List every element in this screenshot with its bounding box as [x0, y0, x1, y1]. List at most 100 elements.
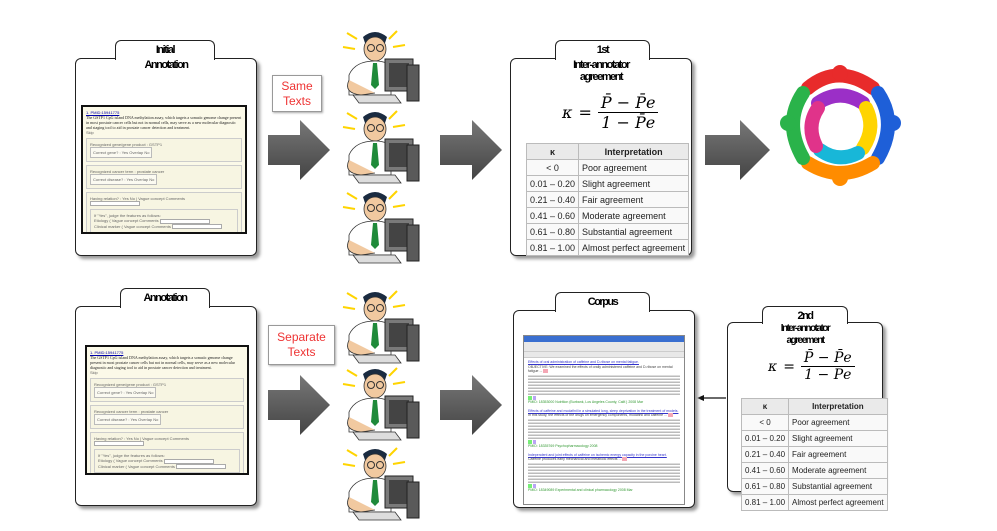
interpretation: Poor agreement: [578, 159, 690, 176]
clinical-row: Clinical marker ( Vague concept Comments: [94, 223, 171, 229]
arrow-right-icon: [705, 120, 770, 180]
arrow-right-icon: [440, 375, 502, 435]
kappa-interpretation-table: κ Interpretation < 0 Poor agreement 0.01 – 0…: [740, 398, 888, 511]
interpretation: Moderate agreement: [788, 462, 888, 479]
interpretation: Poor agreement: [788, 414, 888, 431]
numerator: P̄ − P̄e: [800, 350, 855, 367]
kappa-range: 0.81 – 1.00: [525, 239, 580, 256]
corpus-tab: Corpus: [555, 292, 650, 312]
interpretation: Moderate agreement: [578, 207, 690, 224]
title-line: Corpus: [587, 296, 619, 308]
denominator: 1 − P̄e: [601, 113, 656, 132]
kappa-range: 0.41 – 0.60: [525, 207, 580, 224]
interpretation: Slight agreement: [578, 175, 690, 192]
features-section: If "Yes", judge the features as follows:…: [90, 209, 238, 232]
kappa-range: < 0: [525, 159, 580, 176]
kappa-range: 0.61 – 0.80: [525, 223, 580, 240]
table-header-row: κ Interpretation: [525, 143, 690, 160]
kappa-formula: κ = P̄ − P̄e 1 − P̄e: [768, 350, 855, 383]
title-line: Initial: [155, 44, 176, 56]
interpretation: Substantial agreement: [788, 478, 888, 495]
cancer-question: Correct disease? : Yes Overlap No: [94, 414, 162, 425]
arrow-right-icon: [440, 120, 502, 180]
card-title: Inter-annotator agreement: [511, 59, 691, 83]
kappa-symbol: κ: [768, 358, 778, 375]
person-at-computer-icon: [335, 285, 421, 372]
corpus-entry: Effects of oral administration of caffei…: [524, 358, 684, 407]
clinical-row: Clinical marker ( Vague concept Comments: [98, 463, 175, 469]
annotation-form-screenshot: 1. PMID:15941775 The GSTP1 CpG island DN…: [81, 105, 247, 234]
annotation-form-screenshot: 1. PMID:15941775 The GSTP1 CpG island DN…: [85, 345, 249, 475]
table-header-row: κ Interpretation: [740, 398, 888, 415]
entry-body: Caffeine produces early mechanical and m…: [528, 457, 680, 488]
interpretation: Substantial agreement: [578, 223, 690, 240]
kappa-range: < 0: [740, 414, 790, 431]
title-line: 1st: [596, 44, 610, 56]
relation-section: Having relation? : Yes No | Vague concep…: [86, 192, 242, 232]
first-agreement-tab: 1st: [555, 40, 650, 60]
corpus-entry: Independent and joint effects of caffein…: [524, 451, 684, 495]
gene-question: Correct gene? : Yes Overlap No: [94, 387, 157, 398]
gene-section: Recognized gene/gene product : GSTP1 Corr…: [90, 378, 244, 402]
equals-sign: =: [783, 358, 795, 375]
interpretation: Fair agreement: [788, 446, 888, 463]
column-header: κ: [525, 143, 580, 160]
person-at-computer-icon: [335, 185, 421, 272]
second-agreement-tab: 2nd: [762, 306, 848, 324]
initial-annotation-tab: Initial: [115, 40, 215, 60]
arrow-left-icon: [697, 395, 726, 401]
table-row: < 0 Poor agreement: [525, 159, 690, 176]
kappa-range: 0.21 – 0.40: [525, 191, 580, 208]
title-line: Inter-annotator: [573, 59, 630, 71]
table-row: 0.21 – 0.40 Fair agreement: [525, 191, 690, 208]
fraction: P̄ − P̄e 1 − P̄e: [597, 93, 659, 132]
kappa-interpretation-table: κ Interpretation < 0 Poor agreement 0.01 – 0…: [525, 143, 690, 256]
fraction: P̄ − P̄e 1 − P̄e: [800, 350, 855, 383]
card-title: Inter-annotator agreement: [728, 323, 882, 347]
card-title: Annotation: [144, 59, 189, 71]
gene-section: Recognized gene/gene product : GSTP1 Corr…: [86, 138, 242, 162]
table-row: 0.01 – 0.20 Slight agreement: [740, 430, 888, 447]
corpus-entry: Effects of caffeine and modafinil in a s…: [524, 407, 684, 451]
entry-text: In this study, the effects of the drugs …: [528, 413, 667, 417]
label-line: Texts: [287, 345, 316, 359]
interpretation: Slight agreement: [788, 430, 888, 447]
cancer-question: Correct disease? : Yes Overlap No: [90, 174, 158, 185]
entry-source: PMID: 18335769 Psychopharmacology 2008: [528, 444, 598, 448]
relation-section: Having relation? : Yes No | Vague concep…: [90, 432, 244, 473]
title-line: Annotation: [143, 292, 188, 304]
title-line: agreement: [579, 71, 624, 83]
kappa-range: 0.01 – 0.20: [525, 175, 580, 192]
kappa-range: 0.61 – 0.80: [740, 478, 790, 495]
arrow-right-icon: [268, 120, 330, 180]
kappa-range: 0.21 – 0.40: [740, 446, 790, 463]
title-line: 2nd: [797, 310, 814, 322]
table-row: < 0 Poor agreement: [740, 414, 888, 431]
entry-body: In this study, the effects of the drugs …: [528, 413, 680, 444]
entry-text: Caffeine produces early mechanical and m…: [528, 457, 622, 461]
table-row: 0.61 – 0.80 Substantial agreement: [525, 223, 690, 240]
interpretation: Fair agreement: [578, 191, 690, 208]
same-texts-label: Same Texts: [272, 75, 322, 112]
table-row: 0.01 – 0.20 Slight agreement: [525, 175, 690, 192]
kappa-range: 0.01 – 0.20: [740, 430, 790, 447]
form-intro: The GSTP1 CpG island DNA methylation ass…: [86, 115, 242, 130]
label-line: Separate: [277, 330, 326, 344]
kappa-symbol: κ: [562, 103, 573, 122]
table-row: 0.81 – 1.00 Almost perfect agreement: [525, 239, 690, 256]
separate-texts-label: Separate Texts: [268, 325, 335, 365]
entry-source: PMID: 18353000 Nutrition (Burbank, Los A…: [528, 400, 644, 404]
teamwork-logo-icon: [780, 65, 901, 186]
interpretation: Almost perfect agreement: [578, 239, 690, 256]
person-at-computer-icon: [335, 362, 421, 449]
table-row: 0.61 – 0.80 Substantial agreement: [740, 478, 888, 495]
table-row: 0.21 – 0.40 Fair agreement: [740, 446, 888, 463]
arrow-right-icon: [268, 375, 330, 435]
annotation-tab: Annotation: [120, 288, 210, 308]
title-line: agreement: [786, 335, 825, 346]
column-header: Interpretation: [578, 143, 690, 160]
table-row: 0.81 – 1.00 Almost perfect agreement: [740, 494, 888, 511]
corpus-browser-screenshot: Effects of oral administration of caffei…: [523, 335, 685, 505]
person-at-computer-icon: [335, 25, 421, 112]
gene-question: Correct gene? : Yes Overlap No: [90, 147, 153, 158]
